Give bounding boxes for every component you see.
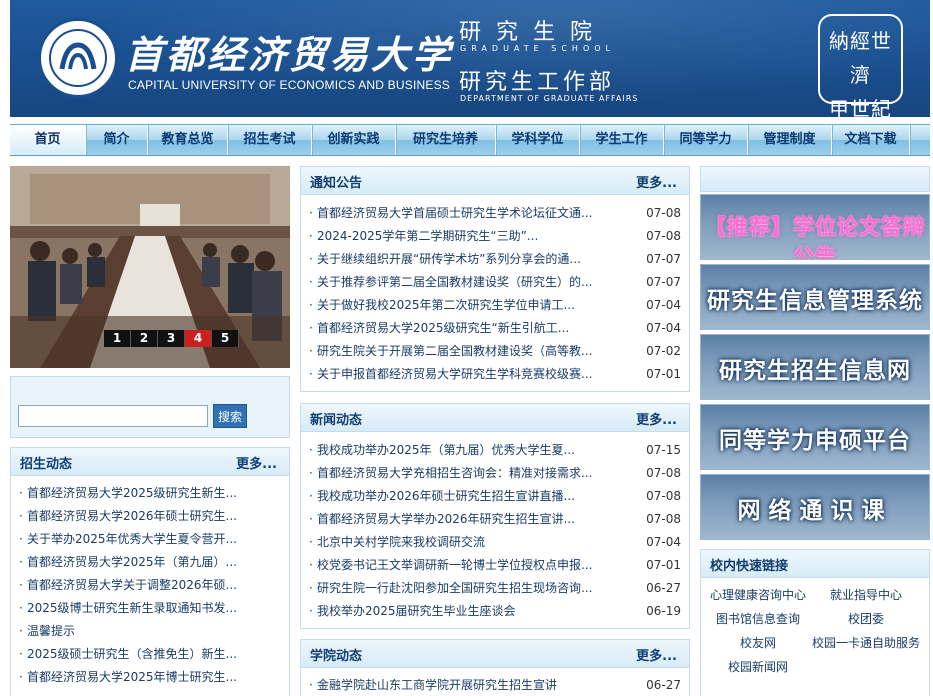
nav-item-innovation[interactable]: 创新实践 — [312, 125, 396, 155]
slider-page-3[interactable]: 3 — [158, 330, 185, 347]
nav-item-education[interactable]: 教育总览 — [148, 125, 228, 155]
graduate-school-en: GRADUATE SCHOOL — [460, 44, 615, 53]
quick-links-title: 校内快速链接 — [710, 559, 789, 574]
college-title: 学院动态 — [310, 649, 363, 664]
list-item[interactable]: · 首都经济贸易大学举办2026年研究生招生宣讲... 07-08 — [301, 508, 689, 531]
search-button[interactable]: 搜索 — [213, 404, 247, 428]
list-item[interactable]: · 我校举办2025届研究生毕业生座谈会 06-19 — [301, 600, 689, 623]
calligraphy-motto: 納經世濟 甲世紀忠 — [818, 14, 903, 117]
list-item[interactable]: · 2025级博士研究生新生录取通知书发... — [11, 597, 289, 620]
right-column-top-bar — [700, 166, 930, 192]
university-logo-icon[interactable] — [38, 18, 118, 98]
list-item[interactable]: · 关于继续组织开展“研传学术坊”系列分享会的通... 07-07 — [301, 248, 689, 271]
graduate-school-cn: 研究生院 — [459, 20, 608, 45]
list-item[interactable]: · 首都经济贸易大学充相招生咨询会：精准对接需求... 07-08 — [301, 462, 689, 485]
banner-online-course[interactable]: 网络通识课 — [700, 474, 930, 540]
link-alumni[interactable]: 校友网 — [740, 634, 776, 651]
main-nav: 首页 简介 教育总览 招生考试 创新实践 研究生培养 学科学位 学生工作 同等学… — [10, 124, 930, 156]
search-input[interactable] — [18, 405, 208, 427]
news-more-link[interactable]: 更多... — [636, 409, 677, 428]
slider-page-4[interactable]: 4 — [185, 330, 212, 347]
list-item[interactable]: · 2024-2025学年第二学期研究生“三助”... 07-08 — [301, 225, 689, 248]
graduate-affairs-cn: 研究生工作部 — [459, 70, 616, 95]
news-title: 新闻动态 — [310, 413, 363, 428]
nav-item-downloads[interactable]: 文档下载 — [832, 125, 910, 155]
list-item[interactable]: · 首都经济贸易大学2025级研究生“新生引航工... 07-04 — [301, 317, 689, 340]
graduate-affairs-en: DEPARTMENT OF GRADUATE AFFAIRS — [460, 94, 639, 103]
list-item[interactable]: · 首都经济贸易大学2026年硕士研究生... — [11, 505, 289, 528]
list-item[interactable]: · 温馨提示 — [11, 620, 289, 643]
nav-item-cultivation[interactable]: 研究生培养 — [396, 125, 496, 155]
slider-pager: 1 2 3 4 5 — [104, 330, 239, 347]
list-item[interactable]: · 首都经济贸易大学2025年（第九届）... — [11, 551, 289, 574]
slider-page-5[interactable]: 5 — [212, 330, 239, 347]
list-item[interactable]: · 关于做好我校2025年第二次研究生学位申请工... 07-04 — [301, 294, 689, 317]
college-panel: 学院动态 更多... · 金融学院赴山东工商学院开展研究生招生宣讲 06-27 — [300, 639, 690, 696]
nav-item-admissions[interactable]: 招生考试 — [228, 125, 312, 155]
site-header: 首都经济贸易大学 CAPITAL UNIVERSITY OF ECONOMICS… — [10, 0, 930, 117]
list-item[interactable]: · 校党委书记王文举调研新一轮博士学位授权点申报... 07-01 — [301, 554, 689, 577]
list-item[interactable]: · 2025级硕士研究生（含推免生）新生... — [11, 643, 289, 666]
list-item[interactable]: · 我校成功举办2026年硕士研究生招生宣讲直播... 07-08 — [301, 485, 689, 508]
quick-links-panel: 校内快速链接 心理健康咨询中心 就业指导中心 图书馆信息查询 校团委 校友网 校… — [700, 549, 930, 696]
link-youth-league[interactable]: 校团委 — [848, 610, 884, 627]
link-career-center[interactable]: 就业指导中心 — [830, 586, 902, 603]
quick-links-header: 校内快速链接 — [701, 550, 929, 578]
notices-title: 通知公告 — [310, 176, 363, 191]
nav-item-equivalent[interactable]: 同等学力 — [664, 125, 748, 155]
news-panel: 新闻动态 更多... · 我校成功举办2025年（第九届）优秀大学生夏... 07-… — [300, 403, 690, 629]
notices-header: 通知公告 更多... — [301, 167, 689, 195]
list-item[interactable]: · 首都经济贸易大学2025年博士研究生... — [11, 666, 289, 689]
list-item[interactable]: · 金融学院赴山东工商学院开展研究生招生宣讲 06-27 — [301, 674, 689, 696]
admissions-more-link[interactable]: 更多... — [236, 453, 277, 472]
motto-line-1: 納經世濟 — [829, 29, 892, 87]
list-item[interactable]: · 首都经济贸易大学首届硕士研究生学术论坛征文通... 07-08 — [301, 202, 689, 225]
college-more-link[interactable]: 更多... — [636, 645, 677, 664]
list-item[interactable]: · 研究生院关于开展第二届全国教材建设奖（高等教... 07-02 — [301, 340, 689, 363]
banner-info-system[interactable]: 研究生信息管理系统 — [700, 264, 930, 330]
list-item[interactable]: · 关于举办2025年优秀大学生夏令营开... — [11, 528, 289, 551]
admissions-header: 招生动态 更多... — [11, 448, 289, 476]
slider-page-2[interactable]: 2 — [131, 330, 158, 347]
slider-page-1[interactable]: 1 — [104, 330, 131, 347]
link-campus-card[interactable]: 校园一卡通自助服务 — [812, 634, 920, 651]
link-psych-center[interactable]: 心理健康咨询中心 — [710, 586, 806, 603]
nav-item-student-work[interactable]: 学生工作 — [580, 125, 664, 155]
nav-item-degrees[interactable]: 学科学位 — [496, 125, 580, 155]
list-item[interactable]: · 关于申报首都经济贸易大学研究生学科竞赛校级赛... 07-01 — [301, 363, 689, 386]
link-library[interactable]: 图书馆信息查询 — [716, 610, 800, 627]
list-item[interactable]: · 首都经济贸易大学关于调整2026年硕... — [11, 574, 289, 597]
banner-defense-notice[interactable]: 【推荐】学位论文答辩公告 — [700, 194, 930, 260]
list-item[interactable]: · 北京中关村学院来我校调研交流 07-04 — [301, 531, 689, 554]
nav-item-home[interactable]: 首页 — [10, 125, 86, 155]
list-item[interactable]: · 首都经济贸易大学2025级研究生新生... — [11, 482, 289, 505]
university-name-en: CAPITAL UNIVERSITY OF ECONOMICS AND BUSI… — [128, 78, 450, 92]
list-item[interactable]: · 研究生院一行赴沈阳参加全国研究生招生现场咨询... 06-27 — [301, 577, 689, 600]
search-box: 搜索 — [10, 376, 290, 438]
link-campus-news[interactable]: 校园新闻网 — [728, 658, 788, 675]
notices-panel: 通知公告 更多... · 首都经济贸易大学首届硕士研究生学术论坛征文通... 07-… — [300, 166, 690, 392]
list-item[interactable]: · 我校成功举办2025年（第九届）优秀大学生夏... 07-15 — [301, 439, 689, 462]
banner-equivalent-platform[interactable]: 同等学力申硕平台 — [700, 404, 930, 470]
motto-line-2: 甲世紀忠 — [829, 97, 892, 117]
banner-admissions-site[interactable]: 研究生招生信息网 — [700, 334, 930, 400]
list-item[interactable]: · 关于推荐参评第二届全国教材建设奖（研究生）的... 07-07 — [301, 271, 689, 294]
notices-more-link[interactable]: 更多... — [636, 172, 677, 191]
university-name-cn: 首都经济贸易大学 — [125, 32, 454, 77]
admissions-panel: 招生动态 更多... · 首都经济贸易大学2025级研究生新生... · 首都经济贸… — [10, 447, 290, 696]
nav-item-regulations[interactable]: 管理制度 — [748, 125, 832, 155]
admissions-title: 招生动态 — [20, 457, 73, 472]
college-header: 学院动态 更多... — [301, 640, 689, 668]
news-header: 新闻动态 更多... — [301, 404, 689, 432]
nav-item-intro[interactable]: 简介 — [86, 125, 148, 155]
